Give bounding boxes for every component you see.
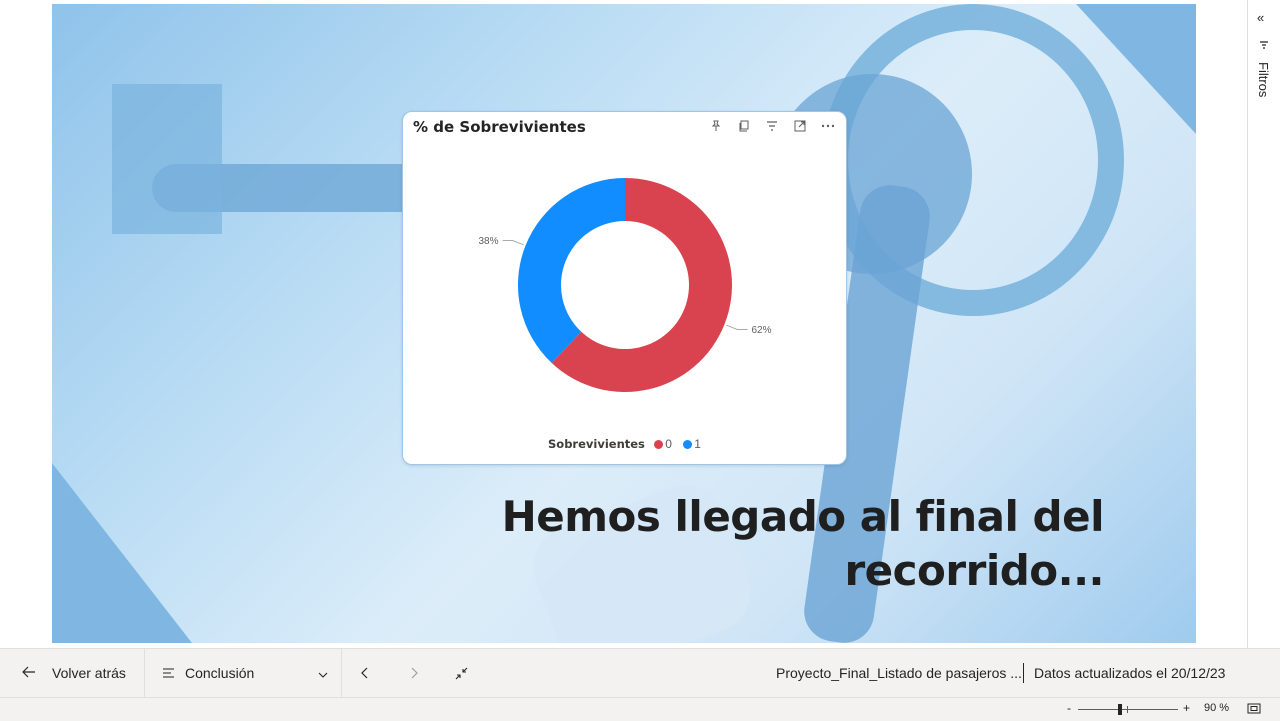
chart-legend: Sobrevivientes 0 1 — [403, 437, 846, 451]
legend-label-1[interactable]: 1 — [694, 437, 701, 451]
back-button[interactable]: Volver atrás — [22, 649, 126, 697]
exit-fullscreen-button[interactable] — [455, 649, 468, 697]
zoom-in-button[interactable]: + — [1183, 701, 1190, 715]
page-selector-value: Conclusión — [185, 665, 255, 681]
zoom-slider-thumb[interactable] — [1118, 704, 1123, 715]
donut-slice-1[interactable] — [518, 178, 625, 363]
chevron-right-icon — [411, 667, 418, 679]
closing-heading: Hemos llegado al final del recorrido... — [464, 490, 1105, 598]
legend-swatch-1 — [683, 440, 693, 450]
page-list-icon — [162, 665, 175, 681]
page-navigation-bar: Volver atrás Conclusión Proyecto_Final_L… — [0, 648, 1280, 697]
leader-line-1 — [502, 240, 524, 246]
background-key-bit — [112, 84, 222, 234]
closing-heading-line2: recorrido... — [844, 546, 1104, 595]
legend-title: Sobrevivientes — [548, 437, 645, 451]
filters-pane-label[interactable]: Filtros — [1256, 62, 1271, 97]
chevron-double-left-icon[interactable]: « — [1257, 10, 1264, 25]
donut-chart[interactable]: 62% 38% — [403, 112, 846, 432]
collapse-arrows-icon — [455, 667, 468, 679]
zoom-slider[interactable] — [1078, 704, 1178, 715]
donut-visual-card[interactable]: % de Sobrevivientes 62% 38% Sobreviviente… — [402, 111, 847, 465]
leader-line-0 — [726, 324, 748, 330]
arrow-left-icon — [22, 665, 36, 681]
previous-page-button[interactable] — [361, 649, 369, 697]
filters-pane[interactable]: « Filtros — [1247, 0, 1280, 648]
chevron-left-icon — [361, 667, 368, 679]
closing-heading-line1: Hemos llegado al final del — [501, 492, 1105, 541]
data-updated-text: Datos actualizados el 20/12/23 — [1034, 665, 1226, 681]
next-page-button[interactable] — [410, 649, 418, 697]
filter-funnel-icon — [1259, 40, 1269, 53]
chevron-down-icon — [318, 665, 328, 681]
zoom-status-bar: - + 90 % — [0, 697, 1280, 721]
data-label-1: 38% — [478, 236, 498, 247]
zoom-out-button[interactable]: - — [1067, 701, 1071, 715]
page-selector-dropdown[interactable]: Conclusión — [162, 649, 328, 697]
fit-to-page-icon[interactable] — [1247, 703, 1261, 717]
legend-swatch-0 — [654, 440, 664, 450]
report-name: Proyecto_Final_Listado de pasajeros ... — [776, 665, 1022, 681]
zoom-slider-center-tick — [1127, 706, 1128, 713]
data-label-0: 62% — [752, 325, 772, 336]
back-button-label: Volver atrás — [52, 665, 126, 681]
legend-label-0[interactable]: 0 — [665, 437, 672, 451]
background-corner — [52, 463, 192, 643]
zoom-level-text: 90 % — [1204, 702, 1230, 714]
